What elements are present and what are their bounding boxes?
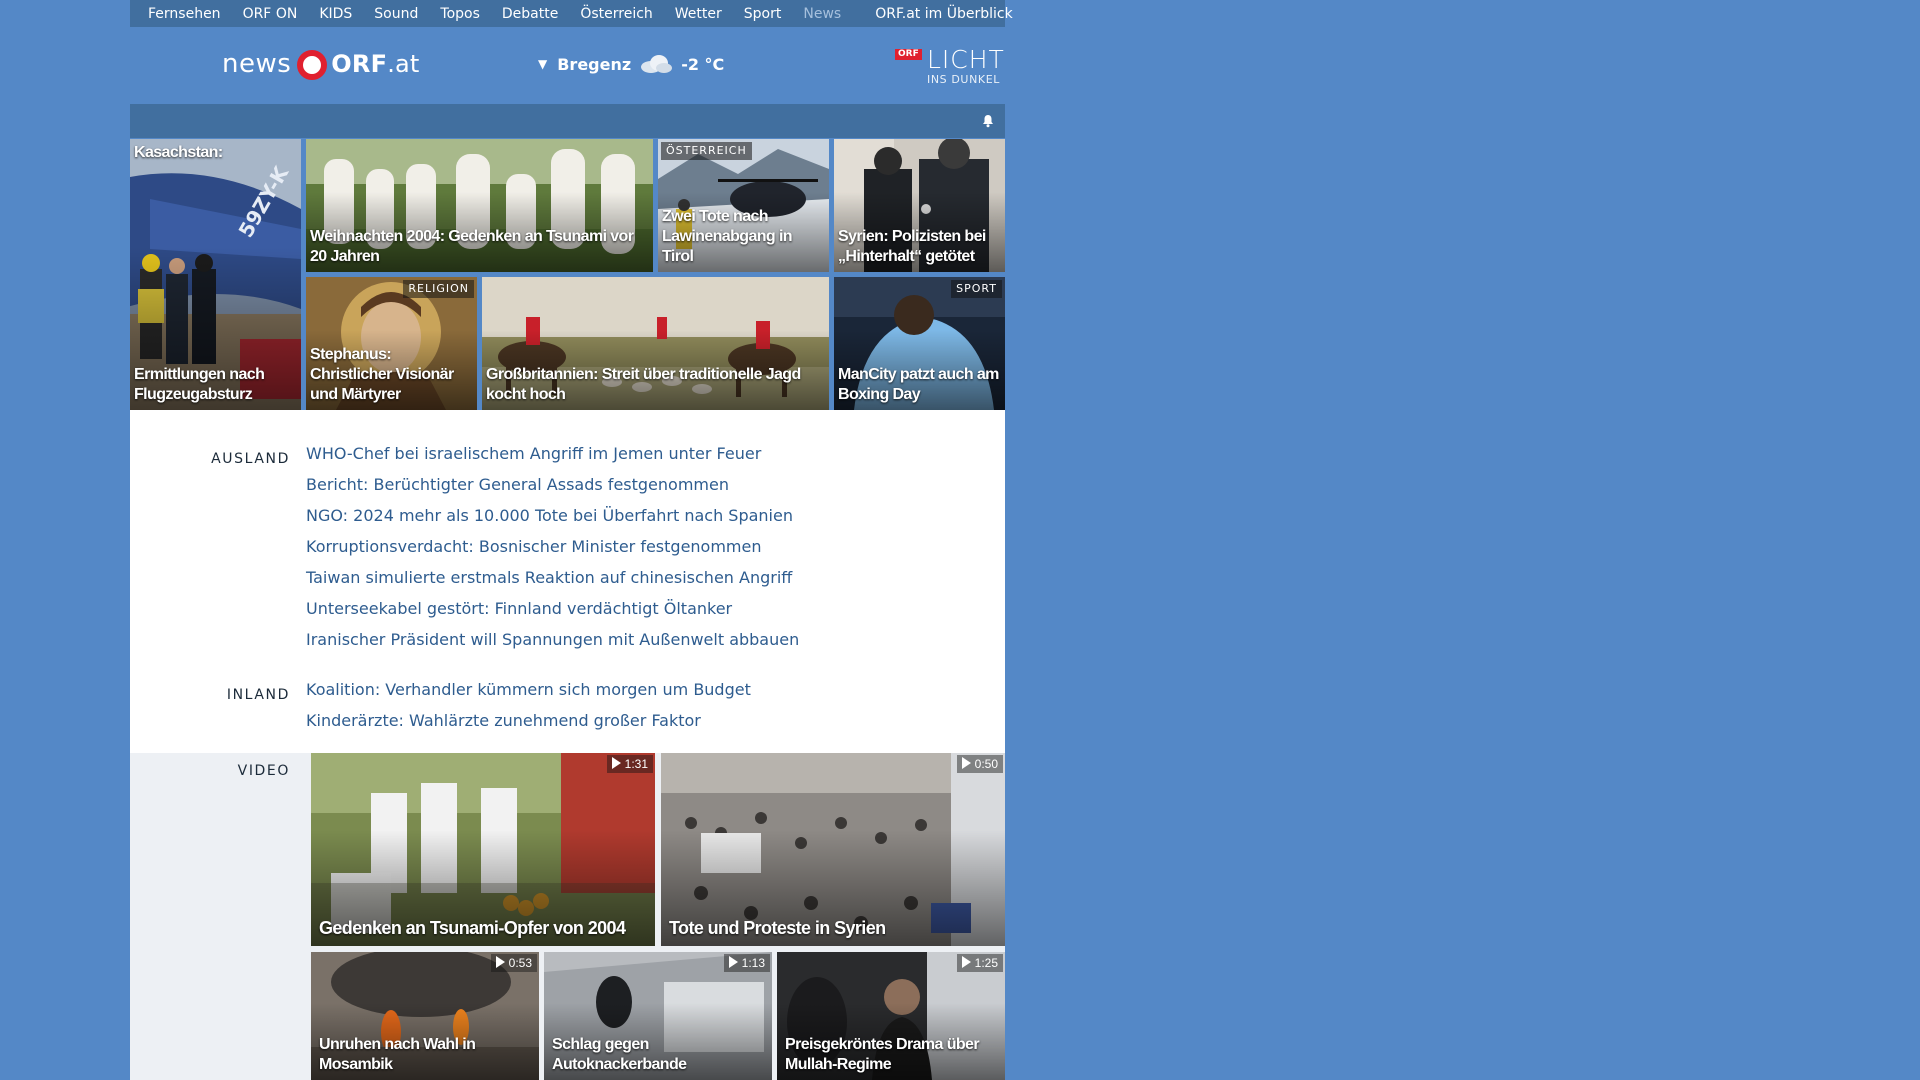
duration-text: 1:25 [974, 956, 998, 970]
licht-text: LICHT [927, 45, 1005, 74]
category-tag: RELIGION [403, 280, 474, 298]
nav-item-debatte[interactable]: Debatte [502, 6, 558, 22]
nav-item-news[interactable]: News [803, 6, 841, 22]
site-header: news ORF.at ▼ Bregenz -2 °C ORF LICHT IN… [130, 27, 1005, 104]
video-caption: Schlag gegen Autoknackerbande [552, 1036, 687, 1073]
play-icon [961, 757, 971, 769]
video-duration: 0:53 [490, 954, 537, 972]
teaser-mancity[interactable]: SPORT ManCity patzt auch am Boxing Day [834, 277, 1005, 410]
top-navigation: Fernsehen ORF ON KIDS Sound Topos Debatt… [130, 0, 1013, 27]
teaser-caption: Syrien: Polizisten bei „Hinterhalt“ getö… [838, 228, 986, 265]
section-label-video: VIDEO [237, 763, 290, 779]
video-caption: Tote und Proteste in Syrien [669, 918, 886, 938]
notification-bar [130, 104, 1005, 138]
video-duration: 1:25 [956, 954, 1003, 972]
nav-item-overview[interactable]: ORF.at im Überblick [875, 6, 1012, 22]
bell-icon[interactable] [981, 114, 995, 128]
news-link[interactable]: Unterseekabel gestört: Finnland verdächt… [306, 593, 799, 624]
teaser-tsunami[interactable]: Weihnachten 2004: Gedenken an Tsunami vo… [306, 139, 653, 272]
teaser-caption: Zwei Tote nach Lawinenabgang in Tirol [662, 208, 793, 265]
video-teaser[interactable]: 1:25 Preisgekröntes Drama über Mullah-Re… [777, 952, 1005, 1080]
video-teaser[interactable]: 0:53 Unruhen nach Wahl in Mosambik [311, 952, 539, 1080]
teaser-syrien[interactable]: Syrien: Polizisten bei „Hinterhalt“ getö… [834, 139, 1005, 272]
news-link[interactable]: Koalition: Verhandler kümmern sich morge… [306, 674, 751, 705]
duration-text: 0:50 [974, 757, 998, 771]
logo-orf: ORF [331, 50, 388, 78]
chevron-down-icon[interactable]: ▼ [538, 57, 547, 71]
video-duration: 1:31 [606, 755, 653, 773]
video-caption: Gedenken an Tsunami-Opfer von 2004 [319, 918, 626, 938]
orf-badge: ORF [895, 49, 922, 60]
orf-ring-icon [297, 50, 328, 80]
video-teaser[interactable]: 1:31 Gedenken an Tsunami-Opfer von 2004 [311, 753, 655, 946]
section-label-ausland: AUSLAND [211, 451, 290, 467]
play-icon [611, 757, 621, 769]
weather-location: Bregenz [557, 54, 632, 74]
video-caption: Preisgekröntes Drama über Mullah-Regime [785, 1036, 980, 1073]
teaser-caption-top: Kasachstan: [134, 144, 223, 161]
news-link[interactable]: WHO-Chef bei israelischem Angriff im Jem… [306, 438, 799, 469]
duration-text: 1:13 [741, 956, 765, 970]
video-teaser[interactable]: 0:50 Tote und Proteste in Syrien [661, 753, 1005, 946]
nav-item-oesterreich[interactable]: Österreich [580, 6, 652, 22]
teaser-caption: Stephanus: Christlicher Visionär und Mär… [310, 346, 454, 403]
news-link[interactable]: Taiwan simulierte erstmals Reaktion auf … [306, 562, 799, 593]
news-link[interactable]: Iranischer Präsident will Spannungen mit… [306, 624, 799, 655]
logo-orf-text: ORF.at [331, 50, 419, 78]
teaser-caption: Großbritannien: Streit über traditionell… [486, 366, 801, 403]
news-list: AUSLAND WHO-Chef bei israelischem Angrif… [130, 410, 1005, 753]
news-link[interactable]: Kinderärzte: Wahlärzte zunehmend großer … [306, 705, 751, 736]
video-duration: 1:13 [723, 954, 770, 972]
section-links: WHO-Chef bei israelischem Angriff im Jem… [306, 438, 799, 655]
logo-news-text: news [222, 49, 292, 79]
category-tag: SPORT [951, 280, 1002, 298]
play-icon [495, 956, 505, 968]
video-teaser[interactable]: 1:13 Schlag gegen Autoknackerbande [544, 952, 772, 1080]
nav-item-wetter[interactable]: Wetter [675, 6, 722, 22]
teaser-jagd[interactable]: Großbritannien: Streit über traditionell… [482, 277, 829, 410]
teaser-tirol[interactable]: ÖSTERREICH Zwei Tote nach Lawinenabgang … [658, 139, 829, 272]
teaser-caption: Weihnachten 2004: Gedenken an Tsunami vo… [310, 228, 634, 265]
section-label-inland: INLAND [226, 687, 290, 703]
licht-ins-dunkel-logo[interactable]: ORF LICHT INS DUNKEL [895, 45, 1005, 86]
nav-item-orf-on[interactable]: ORF ON [243, 6, 298, 22]
weather-widget[interactable]: ▼ Bregenz -2 °C [538, 54, 724, 74]
teaser-caption: Ermittlungen nach Flugzeugabsturz [134, 366, 265, 403]
nav-item-sport[interactable]: Sport [744, 6, 782, 22]
nav-item-topos[interactable]: Topos [440, 6, 479, 22]
page: Fernsehen ORF ON KIDS Sound Topos Debatt… [130, 0, 1013, 1080]
teaser-kasachstan[interactable]: 59ZY-K Kasachstan: Ermittlungen nach Flu… [130, 139, 301, 410]
nav-item-sound[interactable]: Sound [374, 6, 418, 22]
category-tag: ÖSTERREICH [661, 142, 752, 160]
cloud-icon [641, 55, 673, 73]
duration-text: 0:53 [508, 956, 532, 970]
video-caption: Unruhen nach Wahl in Mosambik [319, 1036, 476, 1073]
video-section: VIDEO 1:31 Gedenken an Tsunami-Opfer von… [130, 753, 1005, 1080]
ins-dunkel-text: INS DUNKEL [927, 73, 1000, 86]
news-link[interactable]: NGO: 2024 mehr als 10.000 Tote bei Überf… [306, 500, 799, 531]
news-link[interactable]: Korruptionsverdacht: Bosnischer Minister… [306, 531, 799, 562]
logo-at: .at [387, 50, 420, 78]
teaser-caption: ManCity patzt auch am Boxing Day [838, 366, 999, 403]
news-orf-logo[interactable]: news ORF.at [222, 49, 420, 80]
teaser-stephanus[interactable]: RELIGION Stephanus: Christlicher Visionä… [306, 277, 477, 410]
play-icon [728, 956, 738, 968]
video-duration: 0:50 [956, 755, 1003, 773]
duration-text: 1:31 [624, 757, 648, 771]
nav-item-fernsehen[interactable]: Fernsehen [148, 6, 221, 22]
play-icon [961, 956, 971, 968]
nav-item-kids[interactable]: KIDS [319, 6, 352, 22]
news-link[interactable]: Bericht: Berüchtigter General Assads fes… [306, 469, 799, 500]
weather-temperature: -2 °C [681, 54, 725, 74]
section-links: Koalition: Verhandler kümmern sich morge… [306, 674, 751, 736]
